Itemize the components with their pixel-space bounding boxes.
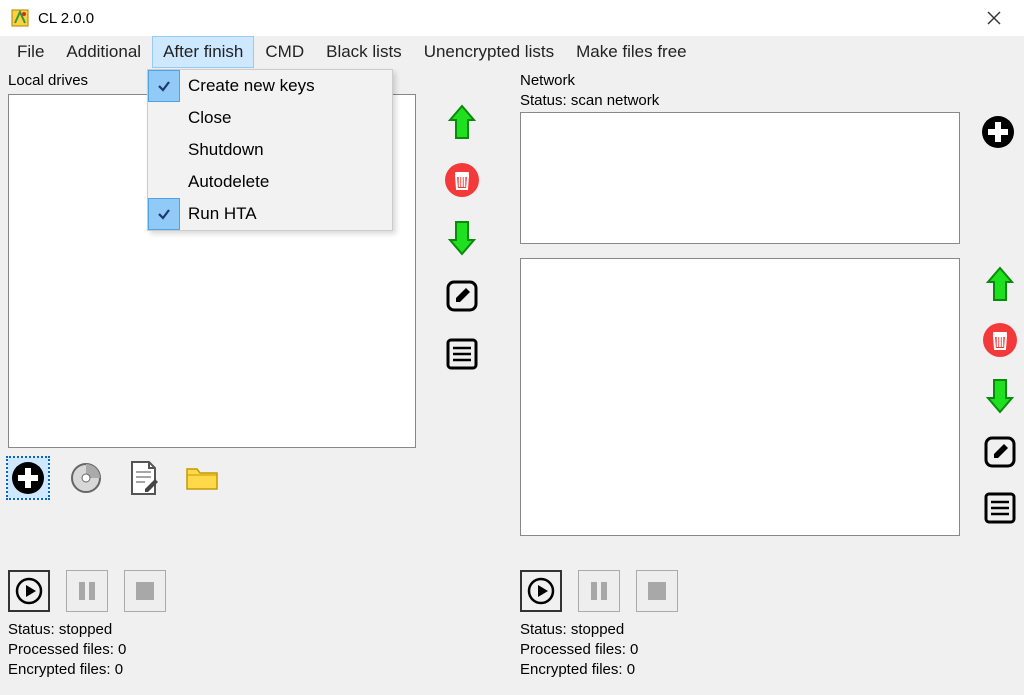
menu-cmd[interactable]: CMD [254, 36, 315, 68]
stop-icon [645, 579, 669, 603]
network-panel: Network Status: scan network [520, 72, 1016, 689]
play-icon [14, 576, 44, 606]
dropdown-item[interactable]: Close [148, 102, 392, 134]
network-scan-status: Status: scan network [520, 92, 659, 109]
pause-button[interactable] [578, 570, 620, 612]
dropdown-label: Run HTA [188, 204, 392, 224]
left-playback-row [8, 570, 166, 612]
arrow-down-icon [446, 218, 478, 258]
menu-file[interactable]: File [6, 36, 55, 68]
stop-button[interactable] [124, 570, 166, 612]
add-item-button[interactable] [8, 458, 48, 498]
check-icon [148, 166, 180, 198]
network-list-top[interactable] [520, 112, 960, 244]
list-icon [982, 490, 1018, 526]
dropdown-label: Shutdown [188, 140, 392, 160]
dropdown-label: Close [188, 108, 392, 128]
move-up-button[interactable] [442, 102, 482, 142]
plus-icon [10, 460, 46, 496]
edit-button[interactable] [442, 276, 482, 316]
left-tool-column [440, 102, 484, 374]
left-processed: Processed files: 0 [8, 640, 126, 660]
document-edit-icon [127, 459, 161, 497]
edit-icon [444, 278, 480, 314]
pause-icon [75, 579, 99, 603]
right-status-block: Status: stopped Processed files: 0 Encry… [520, 620, 638, 680]
app-icon [10, 8, 30, 28]
list-icon [444, 336, 480, 372]
dropdown-item[interactable]: Autodelete [148, 166, 392, 198]
close-icon [987, 11, 1001, 25]
stop-button[interactable] [636, 570, 678, 612]
network-label: Network [520, 72, 575, 89]
check-icon [148, 198, 180, 230]
delete-button[interactable] [980, 320, 1020, 360]
check-icon [148, 134, 180, 166]
list-button[interactable] [442, 334, 482, 374]
right-playback-row [520, 570, 678, 612]
add-network-button[interactable] [978, 112, 1018, 152]
document-edit-button[interactable] [124, 458, 164, 498]
dropdown-item[interactable]: Shutdown [148, 134, 392, 166]
close-button[interactable] [974, 0, 1014, 36]
disk-icon [68, 460, 104, 496]
after-finish-dropdown: Create new keys Close Shutdown Autodelete Ru… [147, 69, 393, 231]
right-encrypted: Encrypted files: 0 [520, 660, 638, 680]
pause-icon [587, 579, 611, 603]
stop-icon [133, 579, 157, 603]
left-status-block: Status: stopped Processed files: 0 Encry… [8, 620, 126, 680]
move-down-button[interactable] [442, 218, 482, 258]
pause-button[interactable] [66, 570, 108, 612]
menu-black-lists[interactable]: Black lists [315, 36, 413, 68]
trash-icon [982, 322, 1018, 358]
menu-bar: File Additional After finish CMD Black l… [0, 36, 1024, 68]
network-list-bottom[interactable] [520, 258, 960, 536]
dropdown-item[interactable]: Create new keys [148, 70, 392, 102]
folder-icon [184, 463, 220, 493]
arrow-up-icon [446, 102, 478, 142]
right-tool-column [978, 264, 1022, 528]
dropdown-label: Create new keys [188, 76, 392, 96]
list-button[interactable] [980, 488, 1020, 528]
check-icon [148, 70, 180, 102]
dropdown-item[interactable]: Run HTA [148, 198, 392, 230]
move-down-button[interactable] [980, 376, 1020, 416]
plus-icon [980, 114, 1016, 150]
dropdown-label: Autodelete [188, 172, 392, 192]
left-status: Status: stopped [8, 620, 126, 640]
folder-button[interactable] [182, 458, 222, 498]
disk-button[interactable] [66, 458, 106, 498]
delete-button[interactable] [442, 160, 482, 200]
right-status: Status: stopped [520, 620, 638, 640]
left-bottom-toolbar [8, 458, 222, 498]
move-up-button[interactable] [980, 264, 1020, 304]
menu-after-finish[interactable]: After finish [152, 36, 254, 68]
edit-button[interactable] [980, 432, 1020, 472]
menu-unencrypted-lists[interactable]: Unencrypted lists [413, 36, 565, 68]
play-button[interactable] [520, 570, 562, 612]
title-bar: CL 2.0.0 [0, 0, 1024, 36]
check-icon [148, 102, 180, 134]
arrow-down-icon [984, 376, 1016, 416]
menu-make-files-free[interactable]: Make files free [565, 36, 698, 68]
window-title: CL 2.0.0 [38, 10, 94, 27]
trash-icon [444, 162, 480, 198]
right-processed: Processed files: 0 [520, 640, 638, 660]
play-icon [526, 576, 556, 606]
left-encrypted: Encrypted files: 0 [8, 660, 126, 680]
play-button[interactable] [8, 570, 50, 612]
menu-additional[interactable]: Additional [55, 36, 152, 68]
edit-icon [982, 434, 1018, 470]
arrow-up-icon [984, 264, 1016, 304]
